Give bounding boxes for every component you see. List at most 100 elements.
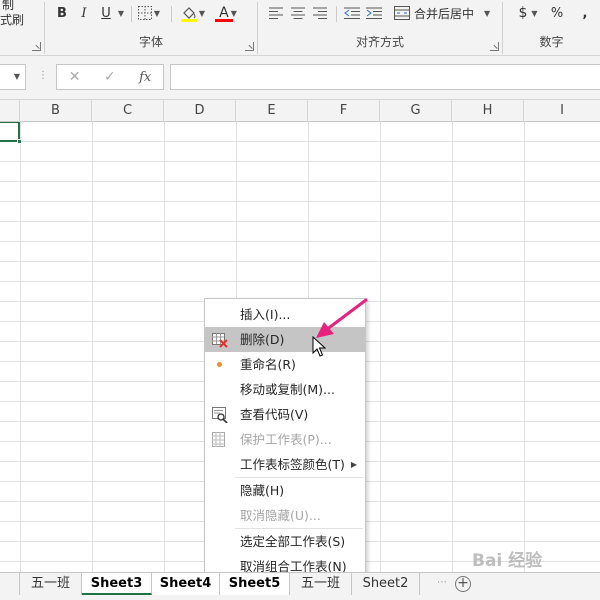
column-header[interactable]: B bbox=[20, 100, 92, 122]
sheet-tab-grouped[interactable]: Sheet4 bbox=[152, 573, 220, 595]
border-icon bbox=[137, 6, 152, 20]
font-group-label: 字体 bbox=[138, 35, 163, 49]
increase-indent-button[interactable] bbox=[364, 3, 384, 23]
menu-item-hide[interactable]: 隐藏(H) bbox=[205, 478, 365, 503]
merge-center-label: 合并后居中 bbox=[414, 6, 475, 21]
decrease-indent-button[interactable] bbox=[342, 3, 362, 23]
mouse-pointer-icon bbox=[312, 336, 326, 357]
column-header[interactable]: C bbox=[92, 100, 164, 122]
view-code-icon bbox=[212, 407, 228, 423]
menu-item-label: 取消隐藏(U)... bbox=[240, 508, 321, 523]
percent-button[interactable]: % bbox=[549, 3, 565, 23]
column-header-a-partial[interactable] bbox=[0, 100, 20, 122]
sheet-tab[interactable]: 五一班 bbox=[20, 573, 82, 595]
menu-item-select-all-sheets[interactable]: 选定全部工作表(S) bbox=[205, 529, 365, 554]
fill-color-bar bbox=[181, 19, 197, 22]
align-left-button[interactable] bbox=[266, 3, 286, 23]
alignment-launcher-icon[interactable] bbox=[490, 42, 499, 51]
menu-item-label: 选定全部工作表(S) bbox=[240, 534, 346, 549]
font-color-button[interactable]: A ▼ bbox=[213, 3, 243, 23]
clipboard-launcher-icon[interactable] bbox=[32, 42, 41, 51]
formula-bar: ▼ ⋮ ✕ ✓ fx bbox=[0, 56, 600, 100]
font-color-bar bbox=[215, 19, 233, 22]
grid-line bbox=[92, 122, 93, 572]
sheet-tab-active[interactable]: Sheet3 bbox=[82, 573, 152, 595]
number-group: $ ▼ % , 数字 bbox=[503, 0, 600, 56]
merge-center-button[interactable]: 合并后居中 ▼ bbox=[394, 3, 494, 23]
confirm-edit-icon[interactable]: ✓ bbox=[104, 69, 116, 85]
formula-buttons: ✕ ✓ fx bbox=[56, 64, 164, 90]
watermark-text: Bai 经验 bbox=[472, 551, 543, 571]
menu-item-label: 工作表标签颜色(T) bbox=[240, 457, 345, 472]
column-headers: B C D E F G H I bbox=[0, 100, 600, 122]
sheet-tab[interactable]: 五一班 bbox=[290, 573, 352, 595]
alignment-divider bbox=[336, 6, 337, 22]
align-left-icon bbox=[269, 7, 283, 19]
currency-symbol: $ bbox=[518, 5, 528, 21]
border-button[interactable]: ▼ bbox=[137, 3, 161, 23]
fill-color-button[interactable]: ▼ bbox=[179, 3, 207, 23]
menu-item-move-copy[interactable]: 移动或复制(M)... bbox=[205, 377, 365, 402]
underline-button[interactable]: U bbox=[97, 3, 115, 23]
menu-item-label: 插入(I)... bbox=[240, 307, 291, 322]
tab-divider-grip-icon[interactable]: ⋯ bbox=[437, 577, 447, 588]
menu-item-protect-sheet: 保护工作表(P)... bbox=[205, 427, 365, 452]
menu-item-label: 重命名(R) bbox=[240, 357, 296, 372]
font-group: B I U ▼ ▼ ▼ A ▼ 字体 bbox=[45, 0, 257, 56]
delete-sheet-icon bbox=[212, 333, 228, 348]
column-header[interactable]: H bbox=[452, 100, 524, 122]
align-center-icon bbox=[291, 7, 305, 19]
column-header[interactable]: E bbox=[236, 100, 308, 122]
bullet-icon bbox=[217, 362, 222, 367]
column-header[interactable]: I bbox=[524, 100, 600, 122]
grid-line bbox=[164, 122, 165, 572]
format-painter-button[interactable]: 式刷 bbox=[0, 11, 24, 28]
italic-button[interactable]: I bbox=[75, 3, 93, 23]
number-group-label: 数字 bbox=[539, 35, 564, 49]
font-divider bbox=[131, 6, 132, 22]
formula-input[interactable] bbox=[170, 64, 600, 90]
increase-indent-icon bbox=[366, 7, 382, 19]
align-center-button[interactable] bbox=[288, 3, 308, 23]
font-divider bbox=[171, 6, 172, 22]
submenu-arrow-icon: ▶ bbox=[350, 460, 357, 469]
decrease-indent-icon bbox=[344, 7, 360, 19]
tab-scroll-area[interactable] bbox=[0, 573, 20, 595]
menu-item-tab-color[interactable]: 工作表标签颜色(T) ▶ bbox=[205, 452, 365, 477]
column-header[interactable]: G bbox=[380, 100, 452, 122]
grid-line bbox=[524, 122, 525, 572]
sheet-tab-grouped[interactable]: Sheet5 bbox=[220, 573, 290, 595]
grid-line bbox=[452, 122, 453, 572]
insert-function-button[interactable]: fx bbox=[139, 70, 151, 85]
currency-button[interactable]: $ ▼ bbox=[515, 3, 541, 23]
grid-line bbox=[380, 122, 381, 572]
comma-style-button[interactable]: , bbox=[577, 3, 593, 23]
menu-item-label: 查看代码(V) bbox=[240, 407, 309, 422]
alignment-group-label: 对齐方式 bbox=[355, 35, 404, 49]
fill-handle[interactable] bbox=[17, 139, 22, 144]
protect-sheet-icon bbox=[212, 432, 225, 447]
font-launcher-icon[interactable] bbox=[245, 42, 254, 51]
merge-cells-icon bbox=[394, 6, 410, 20]
alignment-group: 合并后居中 ▼ 对齐方式 bbox=[258, 0, 502, 56]
align-right-button[interactable] bbox=[310, 3, 330, 23]
underline-dropdown-icon[interactable]: ▼ bbox=[115, 3, 125, 23]
name-box-dropdown-icon[interactable]: ▼ bbox=[14, 72, 20, 81]
menu-item-label: 移动或复制(M)... bbox=[240, 382, 335, 397]
baidu-watermark: Bai 经验 bbox=[472, 546, 592, 576]
sheet-tab[interactable]: Sheet2 bbox=[352, 573, 420, 595]
column-header[interactable]: D bbox=[164, 100, 236, 122]
sheet-tab-bar: 五一班 Sheet3 Sheet4 Sheet5 五一班 Sheet2 ⋯ + bbox=[0, 572, 600, 600]
formula-bar-grip-icon[interactable]: ⋮ bbox=[38, 70, 48, 81]
menu-item-label: 删除(D) bbox=[240, 332, 285, 347]
name-box[interactable]: ▼ bbox=[0, 64, 26, 90]
excel-window: 制 式刷 B I U ▼ ▼ ▼ A ▼ 字体 合并后居中 ▼ 对齐方式 $ ▼… bbox=[0, 0, 600, 600]
grid-line bbox=[20, 122, 21, 572]
add-sheet-icon[interactable]: + bbox=[455, 576, 471, 592]
menu-item-label: 保护工作表(P)... bbox=[240, 432, 332, 447]
column-header[interactable]: F bbox=[308, 100, 380, 122]
bold-button[interactable]: B bbox=[53, 3, 71, 23]
cancel-edit-icon[interactable]: ✕ bbox=[69, 69, 81, 85]
menu-item-rename[interactable]: 重命名(R) bbox=[205, 352, 365, 377]
menu-item-view-code[interactable]: 查看代码(V) bbox=[205, 402, 365, 427]
